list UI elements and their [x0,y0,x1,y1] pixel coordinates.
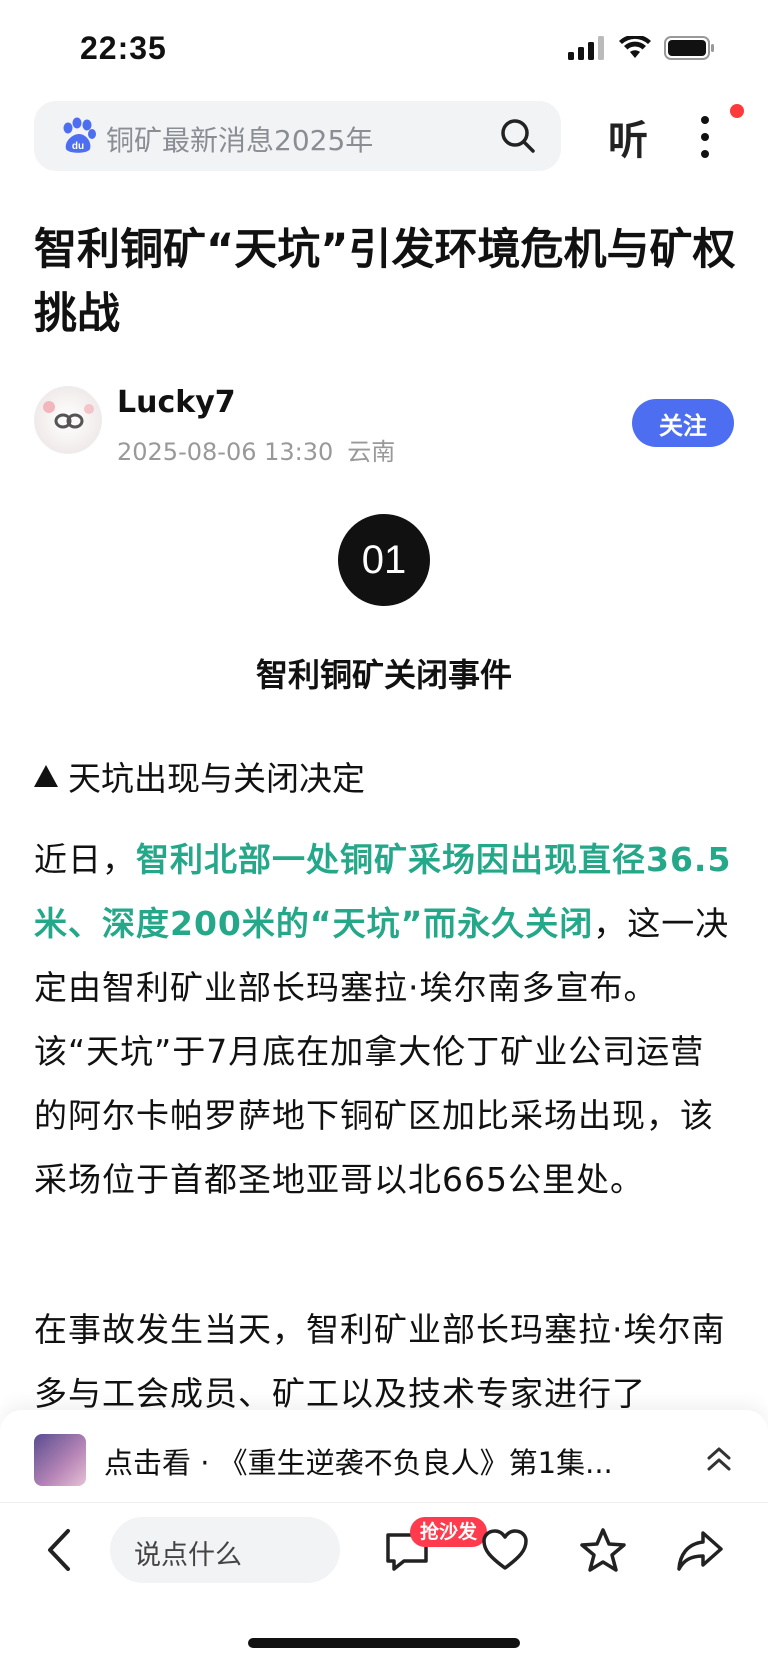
video-title: 点击看 · 《重生逆袭不负良人》第1集... [104,1446,613,1480]
subheading: 天坑出现与关闭决定 [34,752,365,800]
home-indicator [248,1638,520,1648]
more-vertical-icon[interactable] [690,112,720,162]
paragraph-1: 近日，智利北部一处铜矿采场因出现直径36.5米、深度200米的“天坑”而永久关闭… [34,828,736,1212]
search-query: 铜矿最新消息2025年 [106,124,374,157]
cellular-signal-icon [568,36,604,60]
battery-icon [664,36,714,60]
wifi-icon [619,36,651,58]
notification-dot [730,104,744,118]
comment-placeholder: 说点什么 [134,1540,242,1571]
avatar-image-icon [43,401,94,429]
bottom-action-bar: 说点什么 抢沙发 [0,1502,768,1663]
section-number: 01 [338,514,430,606]
author-meta: 2025-08-06 13:30 云南 [117,432,395,467]
listen-button[interactable]: 听 [608,108,648,166]
status-icons [568,36,716,60]
like-heart-icon[interactable] [480,1525,530,1575]
comment-badge: 抢沙发 [410,1517,488,1547]
article-page: 22:35 du 铜矿最新消息2025年 听 智利铜矿“天坑”引发环境危机与矿权… [0,0,768,1663]
video-thumbnail [34,1434,86,1486]
section-title: 智利铜矿关闭事件 [255,656,512,694]
search-bar[interactable]: du 铜矿最新消息2025年 [34,101,561,171]
status-bar: 22:35 [0,0,768,95]
p1-prefix: 近日， [34,840,136,879]
article-title: 智利铜矿“天坑”引发环境危机与矿权挑战 [34,225,736,339]
status-time: 22:35 [80,30,167,66]
video-recommendation-banner[interactable]: 点击看 · 《重生逆袭不负良人》第1集... [0,1410,768,1502]
svg-text:du: du [72,141,84,152]
share-icon[interactable] [675,1525,725,1575]
comment-input[interactable]: 说点什么 [110,1517,340,1583]
publish-date: 2025-08-06 13:30 [117,438,334,466]
baidu-paw-icon: du [63,117,96,153]
chevron-double-up-icon[interactable] [704,1444,734,1474]
author-name[interactable]: Lucky7 [117,385,236,420]
triangle-icon [34,765,58,787]
paragraph-2: 在事故发生当天，智利矿业部长玛塞拉·埃尔南多与工会成员、矿工以及技术专家进行了 [34,1310,726,1413]
p1-rest: ，这一决定由智利矿业部长玛塞拉·埃尔南多宣布。该“天坑”于7月底在加拿大伦丁矿业… [34,904,730,1199]
follow-button[interactable]: 关注 [632,399,734,447]
author-avatar[interactable] [34,386,102,454]
subheading-text: 天坑出现与关闭决定 [68,759,365,798]
search-icon[interactable] [499,117,537,155]
back-arrow-icon[interactable] [40,1525,80,1575]
favorite-star-icon[interactable] [578,1525,628,1575]
publish-location: 云南 [347,438,396,466]
